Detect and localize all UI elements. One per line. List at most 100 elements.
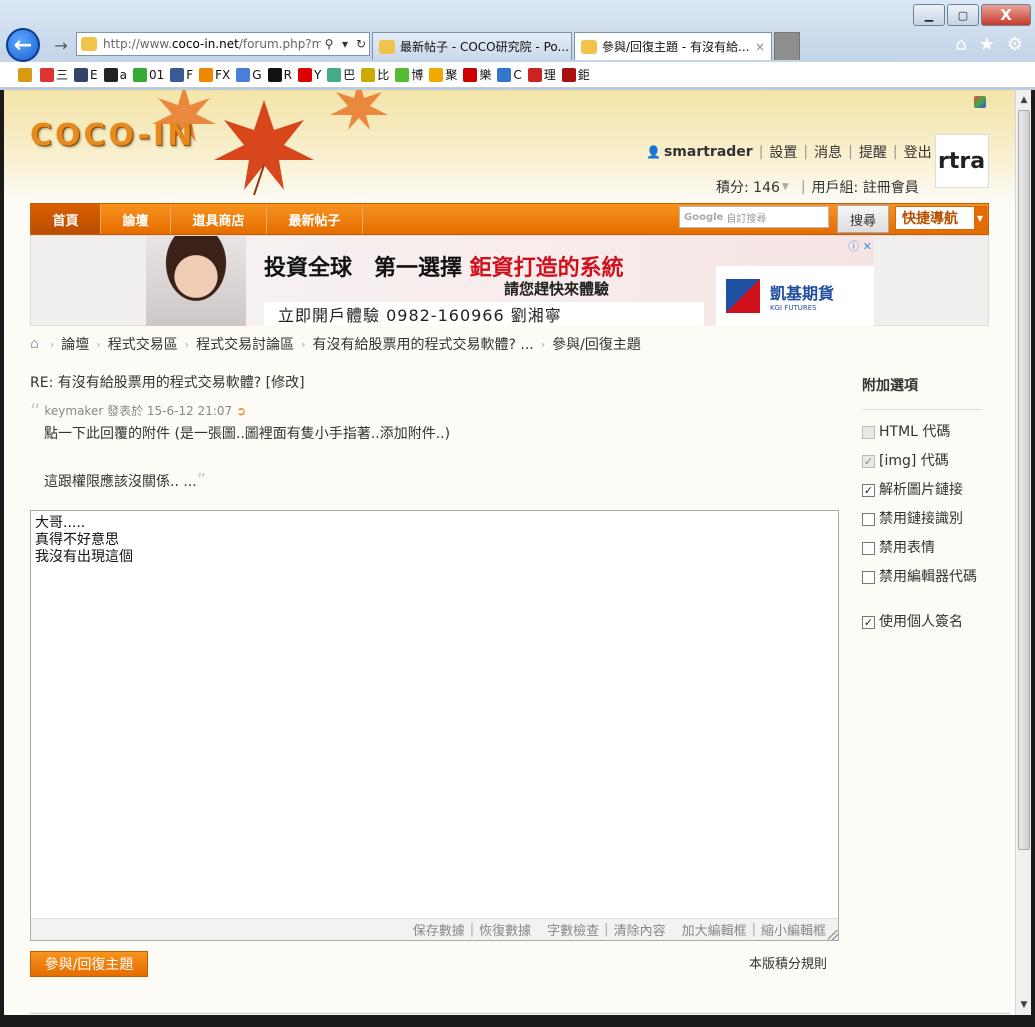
favorite-item[interactable]: 樂	[463, 66, 491, 83]
ad-contact: 立即開戶體驗 0982-160966 劉湘寧	[264, 302, 704, 326]
notifications-link[interactable]: 提醒	[859, 142, 887, 162]
bookmark-icon	[361, 67, 376, 82]
favorite-item[interactable]: a	[103, 67, 127, 82]
home-icon[interactable]: ⌂	[955, 34, 966, 55]
settings-icon[interactable]: ⚙	[1007, 34, 1023, 55]
nav-forum[interactable]: 論壇	[101, 204, 171, 234]
favorite-item[interactable]: 巴	[327, 66, 355, 83]
word-count-link[interactable]: 字數檢查	[547, 920, 599, 939]
breadcrumb-section[interactable]: 程式交易區	[108, 334, 178, 354]
breadcrumb-board[interactable]: 程式交易討論區	[196, 334, 294, 354]
favorites-bar: 三 Ea 01 F FX G R Y 巴 比 博 聚 樂 C 理 鉅	[0, 62, 1035, 88]
option-checkbox[interactable]: ✓	[862, 484, 875, 497]
scroll-down-icon[interactable]: ▼	[1016, 997, 1032, 1013]
save-data-link[interactable]: 保存數據	[413, 920, 465, 939]
tab-reply-topic[interactable]: 參與/回復主題 - 有沒有給... ×	[574, 32, 772, 60]
favorite-item[interactable]	[18, 67, 34, 82]
favorite-item[interactable]: F	[170, 67, 193, 82]
option-item[interactable]: 禁用編輯器代碼	[862, 563, 982, 608]
message-textarea[interactable]	[31, 511, 838, 919]
resize-grip-icon[interactable]	[828, 930, 838, 940]
ad-portrait-image	[146, 236, 246, 326]
option-item[interactable]: 禁用鏈接識別	[862, 505, 982, 534]
option-item[interactable]: ✓ [img] 代碼	[862, 447, 982, 476]
home-icon[interactable]: ⌂	[30, 336, 39, 352]
refresh-icon[interactable]: ↻	[353, 37, 369, 51]
address-url: http://www.coco-in.net/forum.php?m	[103, 37, 321, 51]
bookmark-icon	[561, 67, 576, 82]
option-item[interactable]: HTML 代碼	[862, 418, 982, 447]
user-credits: 積分: 146 ▼ | 用戶組: 註冊會員	[716, 177, 919, 197]
site-logo[interactable]: COCO-IN	[30, 118, 195, 153]
minimize-button[interactable]: ▁	[913, 4, 945, 26]
new-tab-button[interactable]	[774, 32, 800, 60]
clear-content-link[interactable]: 清除內容	[614, 920, 666, 939]
option-checkbox[interactable]	[862, 571, 875, 584]
tab-favicon-icon	[581, 39, 597, 54]
breadcrumb-thread[interactable]: 有沒有給股票用的程式交易軟體? ...	[313, 334, 534, 354]
close-window-button[interactable]: X	[981, 4, 1031, 26]
restore-data-link[interactable]: 恢復數據	[479, 920, 531, 939]
option-item[interactable]: ✓ 解析圖片鏈接	[862, 476, 982, 505]
editor-toolbar: 保存數據 | 恢復數據 字數檢查 | 清除內容 加大編輯框 | 縮小編輯框	[31, 918, 838, 940]
favorite-item[interactable]: G	[236, 67, 262, 82]
close-tab-icon[interactable]: ×	[755, 40, 765, 54]
breadcrumb-forum[interactable]: 論壇	[61, 334, 89, 354]
favorite-item[interactable]: FX	[199, 67, 230, 82]
favorite-item[interactable]: 三	[40, 66, 68, 83]
shrink-editor-link[interactable]: 縮小編輯框	[761, 920, 826, 939]
scroll-thumb[interactable]	[1018, 110, 1030, 850]
settings-link[interactable]: 設置	[769, 142, 797, 162]
favorite-item[interactable]: 鉅	[561, 66, 590, 83]
logout-link[interactable]: 登出	[904, 142, 932, 162]
enlarge-editor-link[interactable]: 加大編輯框	[682, 920, 747, 939]
back-button[interactable]: ←	[6, 28, 40, 62]
favorite-item[interactable]: C	[497, 67, 522, 82]
search-input[interactable]: Google 自訂搜尋	[679, 206, 829, 228]
chevron-down-icon[interactable]: ▼	[782, 182, 789, 192]
option-checkbox[interactable]	[862, 542, 875, 555]
user-group-link[interactable]: 用戶組: 註冊會員	[812, 177, 919, 197]
favorite-item[interactable]: 聚	[429, 66, 457, 83]
favorite-item[interactable]: E	[74, 67, 98, 82]
favorite-item[interactable]: 理	[527, 66, 556, 83]
credits-link[interactable]: 積分: 146	[716, 177, 780, 197]
favorite-item[interactable]: 博	[395, 66, 423, 83]
favorite-item[interactable]: R	[267, 67, 292, 82]
nav-item-shop[interactable]: 道具商店	[171, 204, 267, 234]
scroll-up-icon[interactable]: ▲	[1016, 92, 1032, 108]
submit-reply-button[interactable]: 參與/回復主題	[30, 951, 148, 977]
username-link[interactable]: smartrader	[664, 144, 753, 160]
quick-nav-label: 快捷導航	[902, 211, 958, 227]
ad-banner[interactable]: 投資全球 第一選擇 鉅資打造的系統 請您趕快來體驗 立即開戶體驗 0982-16…	[30, 235, 989, 326]
option-checkbox[interactable]: ✓	[862, 616, 875, 629]
nav-home[interactable]: 首頁	[31, 204, 101, 234]
page-scrollbar[interactable]: ▲ ▼	[1015, 90, 1031, 1015]
ad-close-icon[interactable]: ⓘ ✕	[848, 238, 872, 254]
option-item[interactable]: 禁用表情	[862, 534, 982, 563]
option-item[interactable]: ✓ 使用個人簽名	[862, 608, 982, 637]
quick-nav-dropdown[interactable]: 快捷導航 ▼	[895, 206, 987, 230]
open-quote-icon: “	[30, 398, 41, 423]
messages-link[interactable]: 消息	[814, 142, 842, 162]
search-button[interactable]: 搜尋	[837, 205, 889, 233]
favorite-item[interactable]: 01	[132, 67, 164, 82]
address-bar[interactable]: http://www.coco-in.net/forum.php?m ⚲ ▾ ↻	[76, 32, 370, 56]
quote-author[interactable]: keymaker	[44, 404, 103, 418]
search-icon[interactable]: ⚲	[321, 37, 337, 51]
favorite-label: 樂	[479, 68, 492, 82]
option-checkbox[interactable]	[862, 513, 875, 526]
style-switcher-icon[interactable]	[974, 96, 986, 108]
divider: |	[758, 144, 764, 160]
maximize-button[interactable]: ▢	[947, 4, 979, 26]
go-to-post-icon[interactable]: ➲	[236, 404, 246, 418]
favorite-item[interactable]: 比	[361, 66, 389, 83]
avatar[interactable]: rtra	[935, 134, 989, 188]
dropdown-icon[interactable]: ▾	[337, 37, 353, 51]
tab-latest-posts[interactable]: 最新帖子 - COCO研究院 - Po...	[372, 32, 572, 60]
favorites-icon[interactable]: ★	[979, 34, 995, 55]
forward-button[interactable]: →	[50, 34, 72, 56]
favorite-item[interactable]: Y	[297, 67, 321, 82]
credit-rules-link[interactable]: 本版積分規則	[749, 953, 827, 972]
nav-latest-posts[interactable]: 最新帖子	[267, 204, 363, 234]
